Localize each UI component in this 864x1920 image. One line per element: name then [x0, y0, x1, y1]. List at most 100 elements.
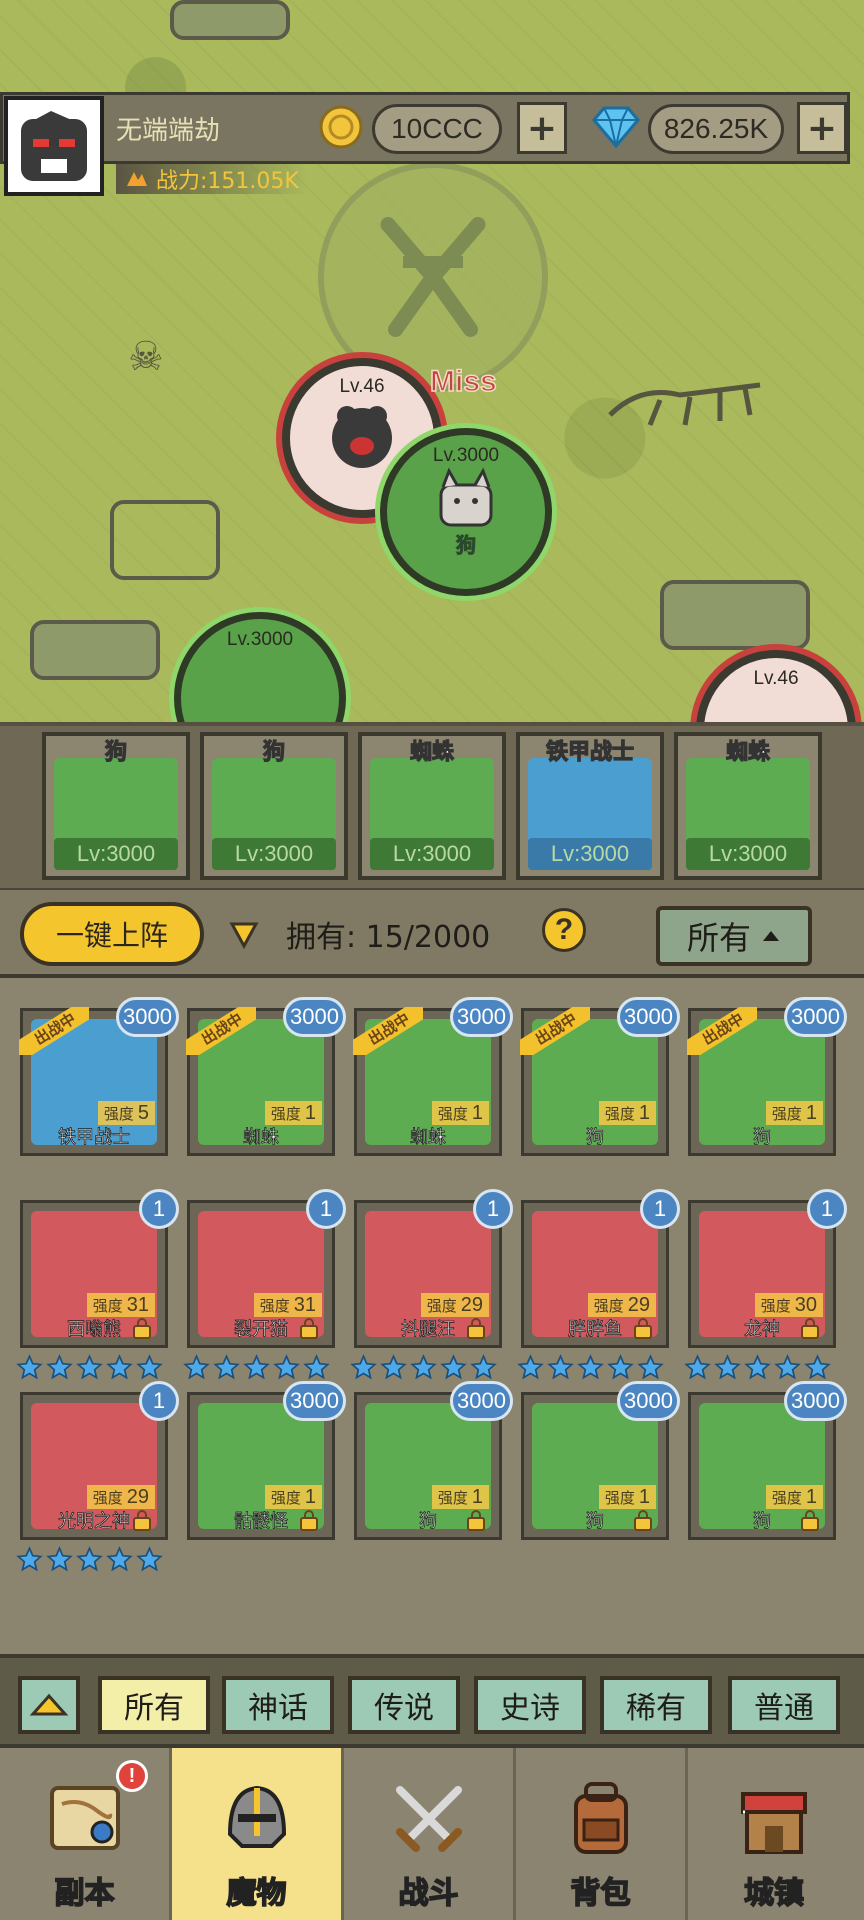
strength-box: 强度 29 — [86, 1485, 155, 1509]
nav-battle[interactable]: 战斗 — [344, 1748, 516, 1920]
monster-card[interactable]: 1 强度 31 裂开猫 — [187, 1189, 346, 1348]
dog-monster-icon — [54, 758, 178, 846]
backpack-icon — [573, 1782, 628, 1854]
level-badge: 3000 — [784, 1381, 847, 1421]
lock-icon[interactable] — [632, 1509, 654, 1531]
strength-label: 强度 — [270, 1104, 301, 1123]
lock-icon[interactable] — [131, 1509, 153, 1531]
nav-town[interactable]: 城镇 — [688, 1748, 860, 1920]
strength-value: 1 — [304, 1101, 316, 1124]
power-value: 战力:151.05K — [156, 169, 299, 194]
star-icon — [744, 1354, 771, 1381]
formation-slot[interactable]: 狗 Lv:3000 — [200, 732, 348, 880]
slot-level: Lv:3000 — [370, 838, 494, 870]
strength-box: 强度 1 — [765, 1485, 823, 1509]
monster-card[interactable]: 出战中 3000 强度 1 狗 — [520, 997, 680, 1156]
filter-dropdown[interactable]: 所有 — [656, 906, 812, 966]
nav-label: 副本 — [54, 1875, 116, 1912]
lock-icon[interactable] — [465, 1509, 487, 1531]
monster-name: 狗 — [753, 1127, 772, 1149]
strength-label: 强度 — [92, 1296, 123, 1315]
monster-card[interactable]: 1 强度 29 光明之神 — [20, 1381, 179, 1540]
down-arrow-icon[interactable] — [224, 916, 264, 956]
shop-icon — [741, 1792, 807, 1854]
lock-icon[interactable] — [632, 1317, 654, 1339]
strength-value: 1 — [805, 1485, 817, 1508]
strength-value: 5 — [137, 1101, 149, 1124]
level-badge: 3000 — [617, 997, 680, 1037]
formation-slot[interactable]: 铁甲战士 Lv:3000 — [516, 732, 664, 880]
nav-backpack[interactable]: 背包 — [516, 1748, 688, 1920]
avatar-portrait-icon — [21, 111, 87, 181]
map-rock — [110, 500, 220, 580]
monster-name: 蜘蛛 — [243, 1127, 280, 1149]
crossed-swords-emblem-icon — [380, 217, 486, 337]
monster-card[interactable]: 1 强度 31 西嗡熊 — [20, 1189, 179, 1348]
lock-icon[interactable] — [465, 1317, 487, 1339]
deployed-ribbon: 出战中 — [520, 1007, 590, 1055]
strength-label: 强度 — [760, 1296, 791, 1315]
star-icon — [470, 1354, 497, 1381]
strength-value: 1 — [471, 1101, 483, 1124]
monster-card[interactable]: 出战中 3000 强度 1 蜘蛛 — [353, 997, 513, 1156]
deployed-tag: 出战中 — [353, 1007, 423, 1055]
power-icon — [127, 172, 147, 186]
nav-monsters[interactable]: 魔物 — [172, 1748, 344, 1920]
formation-slot[interactable]: 狗 Lv:3000 — [42, 732, 190, 880]
tab-mythic[interactable]: 神话 — [222, 1676, 334, 1734]
star-icon — [637, 1354, 664, 1381]
lock-icon[interactable] — [799, 1509, 821, 1531]
star-rating — [16, 1354, 163, 1381]
lock-icon[interactable] — [799, 1317, 821, 1339]
monster-card[interactable]: 出战中 3000 强度 5 铁甲战士 — [19, 997, 179, 1156]
tab-rare[interactable]: 稀有 — [600, 1676, 712, 1734]
deployed-tag: 出战中 — [520, 1007, 590, 1055]
monster-card[interactable]: 出战中 3000 强度 1 狗 — [687, 997, 847, 1156]
add-gems-button[interactable]: + — [797, 102, 847, 154]
monster-card[interactable]: 出战中 3000 强度 1 蜘蛛 — [186, 997, 346, 1156]
strength-box: 强度 29 — [587, 1293, 656, 1317]
monster-card[interactable]: 1 强度 29 胖胖鱼 — [521, 1189, 680, 1348]
strength-label: 强度 — [259, 1296, 290, 1315]
star-rating — [517, 1354, 664, 1381]
player-avatar[interactable] — [4, 96, 104, 196]
add-gold-button[interactable]: + — [517, 102, 567, 154]
diamond-icon — [592, 106, 640, 149]
ally-unit[interactable]: Lv.3000 狗 — [380, 428, 552, 596]
map-rock — [30, 620, 160, 680]
gem-amount: 826.25K — [648, 104, 784, 154]
strength-label: 强度 — [771, 1488, 802, 1507]
star-icon — [136, 1354, 163, 1381]
level-badge: 3000 — [784, 997, 847, 1037]
help-icon[interactable]: ? — [542, 908, 586, 952]
monster-card[interactable]: 3000 强度 1 狗 — [521, 1381, 680, 1540]
monster-card[interactable]: 3000 强度 1 狗 — [354, 1381, 513, 1540]
strength-value: 29 — [126, 1485, 149, 1508]
tab-all[interactable]: 所有 — [98, 1676, 210, 1734]
lock-icon[interactable] — [298, 1317, 320, 1339]
star-icon — [46, 1354, 73, 1381]
top-status-bar: 无端端劫 战力:151.05K 10CCC + 826.25K + — [0, 92, 864, 202]
gold-coin-icon — [319, 105, 363, 149]
map-rock — [660, 580, 810, 650]
tab-legendary[interactable]: 传说 — [348, 1676, 460, 1734]
monster-card[interactable]: 1 强度 30 龙神 — [688, 1189, 847, 1348]
player-name: 无端端劫 — [116, 116, 221, 146]
caret-up-icon — [763, 931, 779, 941]
formation-slot[interactable]: 蜘蛛 Lv:3000 — [674, 732, 822, 880]
deployed-ribbon: 出战中 — [186, 1007, 256, 1055]
tab-epic[interactable]: 史诗 — [474, 1676, 586, 1734]
monster-card[interactable]: 3000 强度 1 骷髅怪 — [187, 1381, 346, 1540]
tab-common[interactable]: 普通 — [728, 1676, 840, 1734]
armored-warrior-icon — [528, 758, 652, 846]
strength-value: 1 — [638, 1101, 650, 1124]
collapse-button[interactable] — [18, 1676, 80, 1734]
auto-deploy-button[interactable]: 一键上阵 — [20, 902, 204, 966]
monster-card[interactable]: 1 强度 29 抖腿汪 — [354, 1189, 513, 1348]
formation-bar: 狗 Lv:3000 狗 Lv:3000 蜘蛛 Lv:3000 铁甲战士 Lv:3… — [0, 722, 864, 894]
formation-slot[interactable]: 蜘蛛 Lv:3000 — [358, 732, 506, 880]
monster-card[interactable]: 3000 强度 1 狗 — [688, 1381, 847, 1540]
star-rating — [16, 1546, 163, 1573]
lock-icon[interactable] — [131, 1317, 153, 1339]
lock-icon[interactable] — [298, 1509, 320, 1531]
